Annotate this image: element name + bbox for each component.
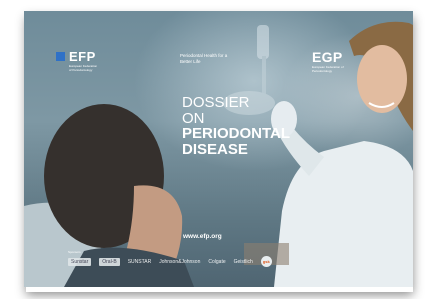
title-line-1: DOSSIER <box>182 94 250 111</box>
sponsor-logo: Oral-B <box>99 257 120 266</box>
dossier-cover: EFP European Federation of Periodontolog… <box>24 11 413 287</box>
right-logo: EGP <box>312 49 343 65</box>
efp-logo-mark <box>56 52 65 61</box>
sponsor-logo: gsk <box>260 256 272 267</box>
sponsor-logo: Geistlich <box>233 258 253 265</box>
efp-logo-text: EFP <box>69 49 96 64</box>
cover-title: DOSSIER ON PERIODONTAL DISEASE <box>182 95 290 157</box>
title-line-2: ON <box>182 109 205 127</box>
title-line-4: DISEASE <box>182 140 248 158</box>
right-logo-tagline: European Federation of Periodontology <box>312 65 344 73</box>
dentist-coat <box>274 141 413 287</box>
sponsor-logo: SUNSTAR <box>127 258 152 265</box>
dentist-face <box>357 45 407 113</box>
sponsor-logo: Sunstar <box>68 257 92 266</box>
sponsors-label: Sponsors <box>68 250 81 254</box>
efp-logo-tagline: European Federation of Periodontology <box>69 64 98 72</box>
sponsor-logo: Colgate <box>208 258 226 265</box>
efp-logo: EFP <box>56 50 96 63</box>
sponsor-logos: Sunstar Oral-B SUNSTAR Johnson&Johnson C… <box>68 256 272 267</box>
website-url: www.efp.org <box>183 233 222 240</box>
center-tagline: Periodontal Health for a Better Life <box>180 53 228 64</box>
title-line-3: PERIODONTAL <box>182 125 291 142</box>
sponsor-logo: Johnson&Johnson <box>159 258 201 265</box>
